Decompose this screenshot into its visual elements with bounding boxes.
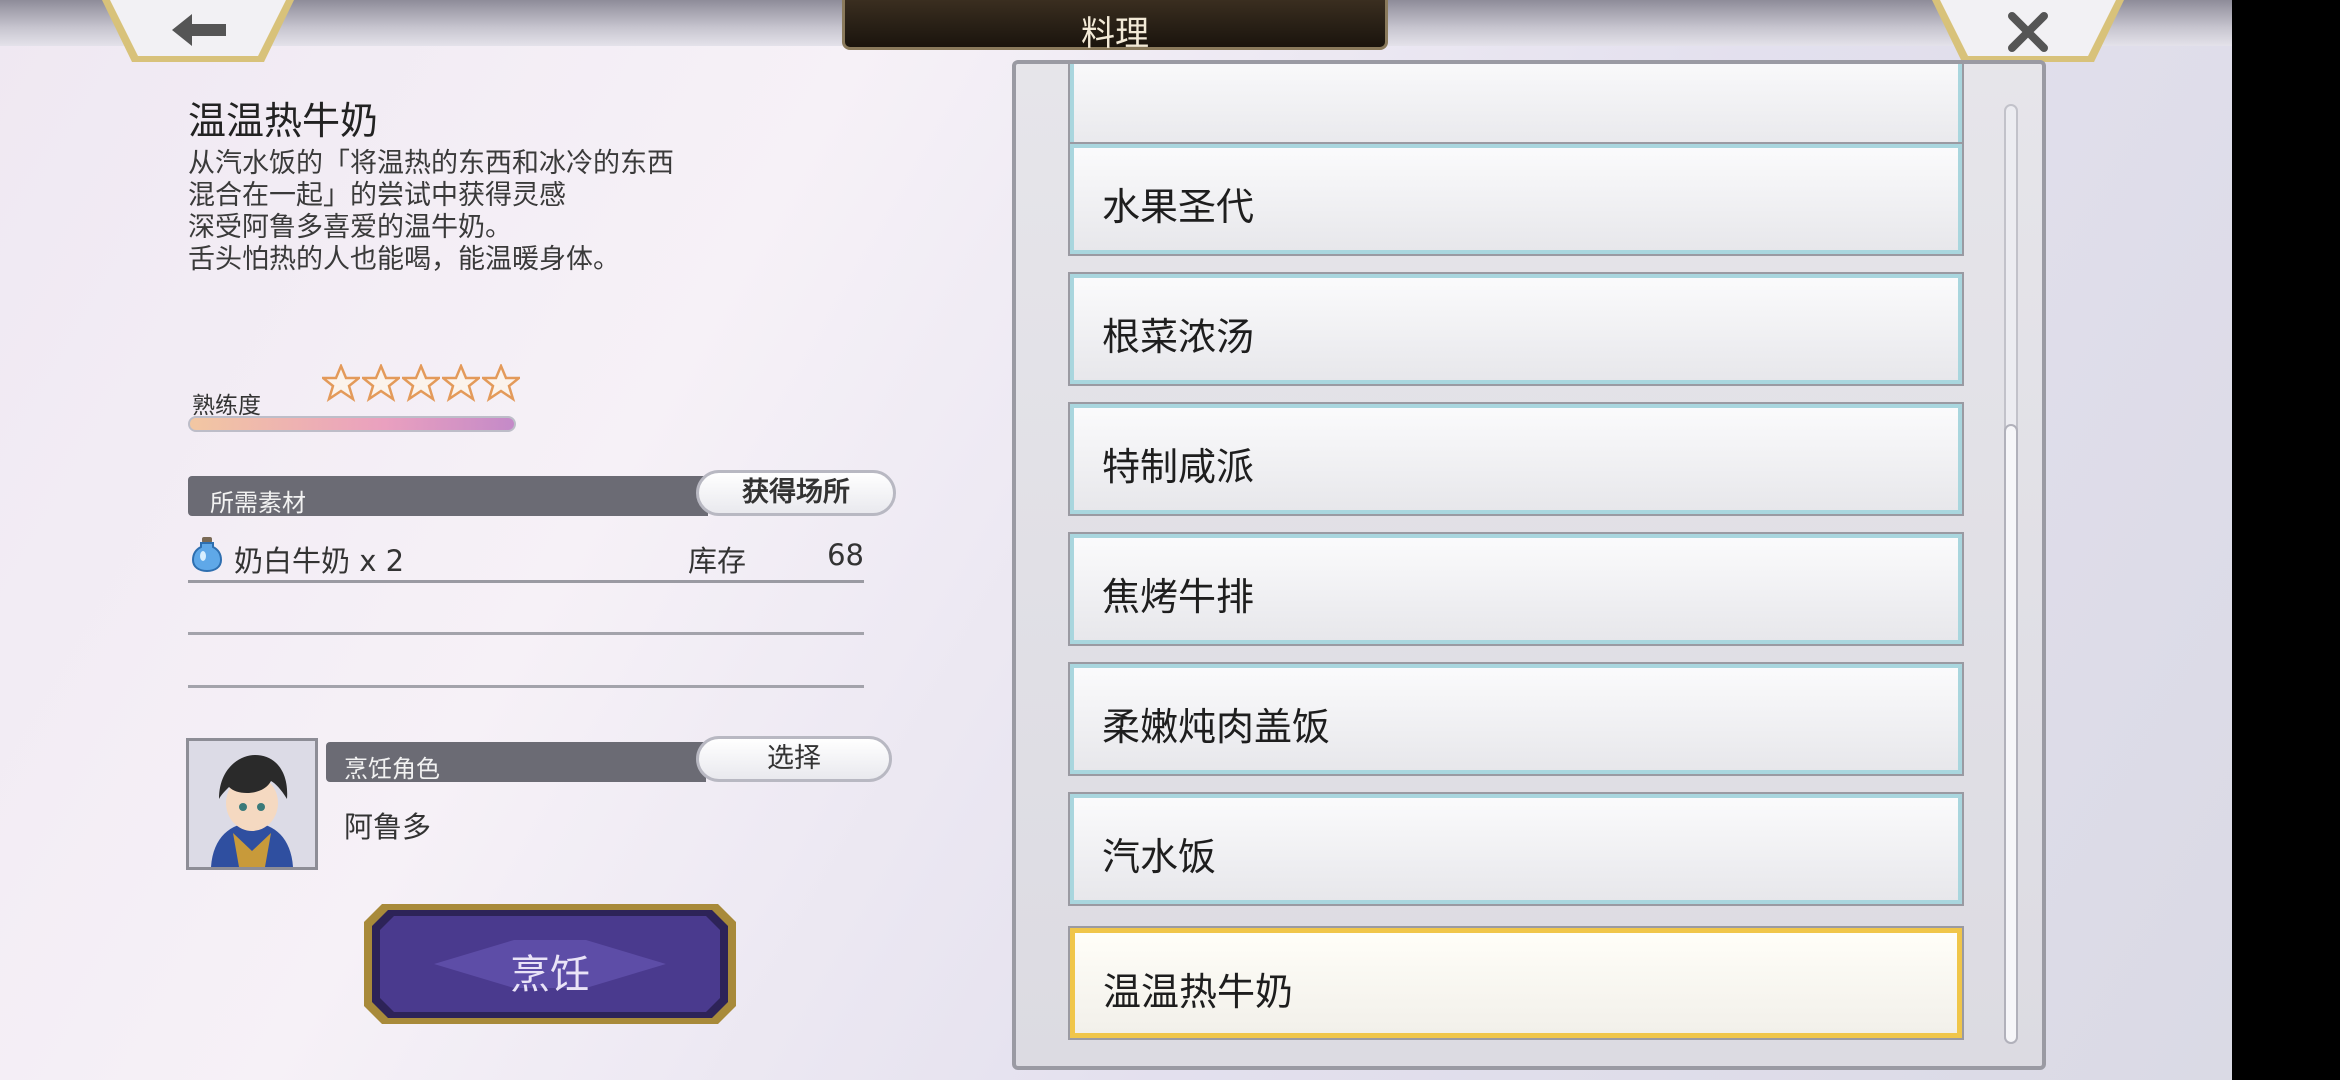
- material-divider: [188, 685, 864, 688]
- recipe-item[interactable]: 柔嫩炖肉盖饭: [1068, 662, 1964, 776]
- star-icon: [402, 364, 440, 402]
- character-name: 阿鲁多: [344, 810, 432, 844]
- stock-label: 库存: [688, 544, 747, 578]
- screen-edge: [2232, 0, 2340, 1080]
- materials-header: 所需素材: [188, 476, 708, 517]
- milk-bottle-icon: [192, 537, 222, 572]
- recipe-label: 水果圣代: [1102, 185, 1255, 229]
- star-icon: [482, 364, 520, 402]
- recipe-item[interactable]: 汽水饭: [1068, 792, 1964, 906]
- close-icon: [2008, 12, 2048, 52]
- recipe-label: 根菜浓汤: [1102, 315, 1255, 359]
- select-character-button[interactable]: 选择: [696, 736, 892, 782]
- recipe-label: 焦烤牛排: [1102, 575, 1255, 619]
- recipe-item[interactable]: 根菜浓汤: [1068, 272, 1964, 386]
- cook-role-header: 烹饪角色: [326, 742, 706, 783]
- item-description: 从汽水饭的「将温热的东西和冰冷的东西 混合在一起」的尝试中获得灵感 深受阿鲁多喜…: [188, 148, 748, 276]
- recipe-label: 温温热牛奶: [1103, 970, 1294, 1014]
- recipe-item-selected[interactable]: 温温热牛奶: [1068, 926, 1964, 1040]
- proficiency-bar: [188, 416, 516, 432]
- cook-button-label: 烹饪: [510, 952, 590, 998]
- star-icon: [442, 364, 480, 402]
- cook-role-label: 烹饪角色: [344, 755, 440, 783]
- proficiency-stars: [322, 364, 520, 402]
- material-name: 奶白牛奶 x 2: [234, 544, 405, 578]
- recipe-label: 汽水饭: [1102, 835, 1217, 879]
- material-row: 奶白牛奶 x 2 库存 68: [188, 532, 864, 583]
- description-line: 从汽水饭的「将温热的东西和冰冷的东西: [188, 148, 674, 179]
- description-line: 深受阿鲁多喜爱的温牛奶。: [188, 212, 512, 243]
- back-arrow-icon: [172, 14, 226, 46]
- recipe-label: 特制咸派: [1102, 445, 1255, 489]
- star-icon: [362, 364, 400, 402]
- recipe-item[interactable]: 特制咸派: [1068, 402, 1964, 516]
- star-icon: [322, 364, 360, 402]
- title-plate: 料理: [842, 0, 1388, 54]
- back-button[interactable]: [100, 0, 296, 66]
- item-name: 温温热牛奶: [188, 99, 379, 143]
- proficiency-label: 熟练度: [192, 393, 261, 419]
- close-button[interactable]: [1930, 0, 2126, 66]
- recipe-label: 柔嫩炖肉盖饭: [1102, 705, 1331, 749]
- stock-value: 68: [827, 538, 864, 572]
- source-location-button[interactable]: 获得场所: [696, 470, 896, 516]
- recipe-item[interactable]: 焦烤牛排: [1068, 532, 1964, 646]
- materials-header-label: 所需素材: [210, 489, 306, 517]
- material-divider: [188, 632, 864, 635]
- recipe-list[interactable]: 水果圣代 根菜浓汤 特制咸派 焦烤牛排 柔嫩炖肉盖饭 汽水饭 温温热牛奶: [1012, 60, 2046, 1070]
- cook-button[interactable]: 烹饪: [364, 904, 736, 1024]
- description-line: 舌头怕热的人也能喝，能温暖身体。: [188, 244, 620, 275]
- character-portrait[interactable]: [186, 738, 318, 870]
- recipe-item[interactable]: 水果圣代: [1068, 142, 1964, 256]
- scrollbar-thumb[interactable]: [2004, 424, 2018, 1044]
- page-title: 料理: [1081, 14, 1149, 54]
- description-line: 混合在一起」的尝试中获得灵感: [188, 180, 566, 211]
